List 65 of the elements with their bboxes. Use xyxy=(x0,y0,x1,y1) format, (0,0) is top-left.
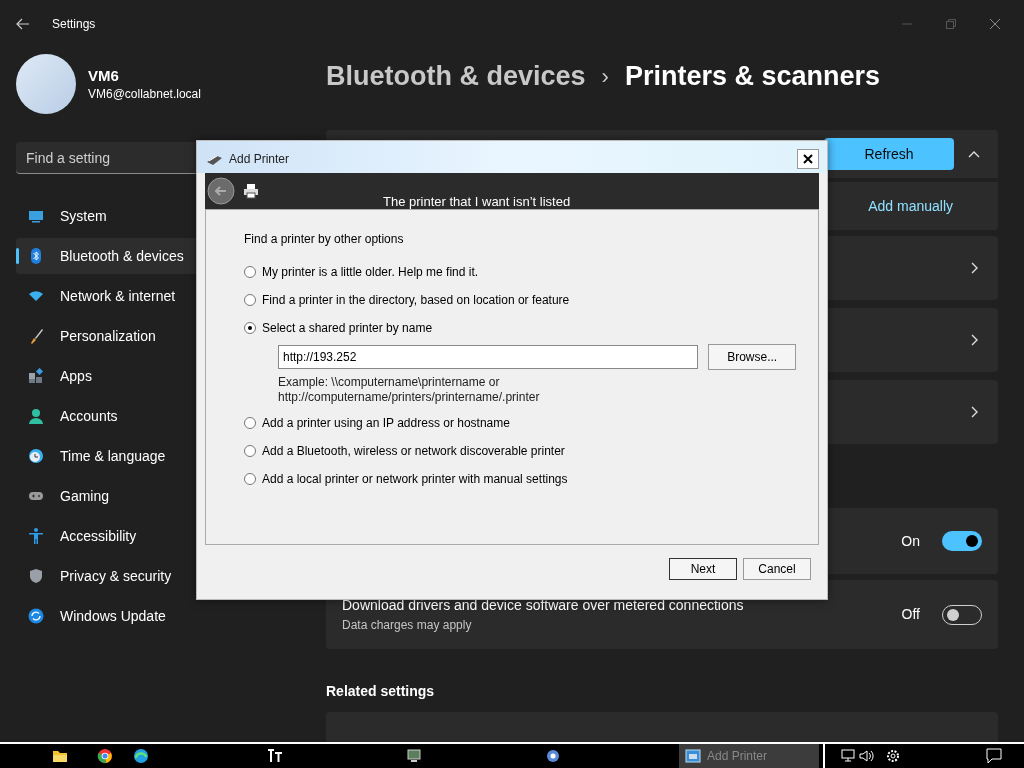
nav-item[interactable]: Accessibility xyxy=(16,518,308,554)
option-label[interactable]: Add a printer using an IP address or hostname xyxy=(262,414,510,432)
account-email: VM6@collabnet.local xyxy=(88,86,201,102)
toggle-state: On xyxy=(901,531,920,551)
setting-title: Download drivers and device software over metered connections xyxy=(342,596,745,615)
add-manually-link[interactable]: Add manually xyxy=(868,195,953,217)
close-icon xyxy=(990,19,1000,29)
chevron-right-icon xyxy=(970,334,978,346)
nav-icon xyxy=(28,568,44,584)
account-name: VM6 xyxy=(88,66,120,86)
chevron-right-icon xyxy=(970,406,978,418)
nav-icon xyxy=(28,288,44,304)
toggle-state: Off xyxy=(901,605,920,624)
example-text: http://computername/printers/printername/.printer xyxy=(278,390,541,405)
back-arrow-icon xyxy=(16,18,30,30)
settings-icon xyxy=(885,748,901,764)
nav-item[interactable]: Windows Update xyxy=(16,598,308,634)
nav-icon xyxy=(28,608,44,624)
dialog-title: Add Printer xyxy=(229,151,290,168)
monitor-icon xyxy=(406,748,422,764)
header-text: The printer that I want isn’t listed xyxy=(383,195,571,209)
page-title: Printers & scanners xyxy=(624,59,880,93)
close-button[interactable] xyxy=(797,149,819,169)
option-label[interactable]: Select a shared printer by name xyxy=(262,319,433,337)
folder-icon xyxy=(52,748,68,764)
notification-icon xyxy=(986,748,1002,764)
radio-button[interactable] xyxy=(244,473,256,485)
selection-indicator xyxy=(16,248,19,264)
wave-globe-icon xyxy=(133,748,149,764)
setting-description: Data charges may apply xyxy=(342,617,473,634)
printer-name-field[interactable]: http://193.252 xyxy=(278,345,699,369)
close-icon xyxy=(803,154,813,164)
chevron-right-icon xyxy=(970,262,978,274)
example-text: Example: \\computername\printername or xyxy=(278,375,501,390)
radio-button[interactable] xyxy=(244,417,256,429)
restore-icon xyxy=(946,19,956,29)
radio-button[interactable] xyxy=(244,294,256,306)
nav-icon xyxy=(28,408,44,424)
option-label[interactable]: Add a local printer or network printer with manual settings xyxy=(262,470,568,488)
toggle-switch[interactable] xyxy=(942,531,982,551)
nav-icon xyxy=(28,328,44,344)
browse-button[interactable]: Browse... xyxy=(708,344,796,370)
nav-icon xyxy=(28,448,44,464)
avatar xyxy=(16,54,76,114)
nav-icon xyxy=(28,248,44,264)
nav-item[interactable]: Privacy & security xyxy=(16,558,308,594)
next-button[interactable]: Next xyxy=(669,558,737,580)
window-title: Settings xyxy=(52,16,96,33)
radio-button[interactable] xyxy=(244,266,256,278)
volume-icon xyxy=(859,749,875,763)
refresh-button[interactable]: Refresh xyxy=(824,138,954,170)
breadcrumb-link[interactable]: Bluetooth & devices xyxy=(326,55,586,97)
nav-icon xyxy=(28,368,44,384)
radio-button[interactable] xyxy=(244,322,256,334)
radio-button[interactable] xyxy=(244,445,256,457)
cancel-button[interactable]: Cancel xyxy=(743,558,811,580)
section-heading: Related settings xyxy=(326,682,436,701)
nav-icon xyxy=(28,208,44,224)
nav-item[interactable]: System xyxy=(16,198,308,234)
option-label[interactable]: Add a Bluetooth, wireless or network discoverable printer xyxy=(262,442,565,460)
breadcrumb-separator: › xyxy=(601,62,609,91)
globe-icon xyxy=(97,748,113,764)
text-tool-icon xyxy=(267,748,283,764)
nav-icon xyxy=(28,528,44,544)
option-label[interactable]: Find a printer in the directory, based on location or feature xyxy=(262,291,570,309)
